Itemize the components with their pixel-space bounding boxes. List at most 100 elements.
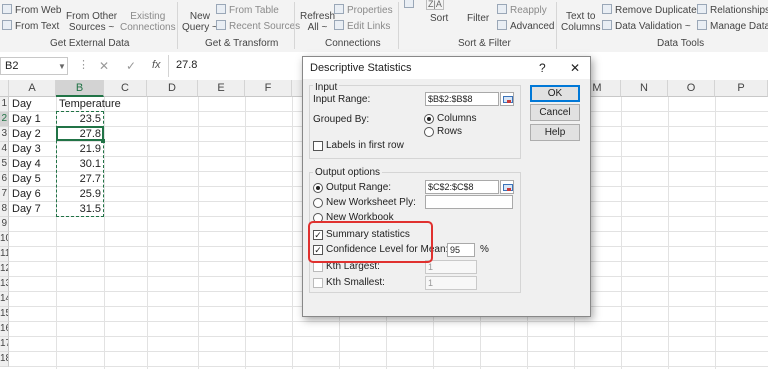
filter-button[interactable]: Filter [467,13,489,24]
kth-largest-checkbox[interactable] [313,262,323,272]
chevron-down-icon[interactable]: ▼ [58,62,66,71]
refresh-all-button[interactable]: Refresh All ~ [300,11,335,33]
row-header-2[interactable]: 2 [0,112,9,127]
row-header-17[interactable]: 17 [0,337,9,352]
kth-largest-field[interactable]: 1 [425,260,477,274]
formula-input[interactable]: 27.8 [176,59,197,71]
from-other-sources-button[interactable]: From Other Sources ~ [66,11,117,33]
confidence-level-field[interactable]: 95 [447,243,475,257]
cell-day[interactable]: Day 4 [12,157,41,172]
row-header-13[interactable]: 13 [0,277,9,292]
cancel-icon[interactable]: ✕ [99,59,109,73]
properties-button[interactable]: Properties [334,4,393,16]
row-header-15[interactable]: 15 [0,307,9,322]
columns-radio[interactable] [424,114,434,124]
row-header-16[interactable]: 16 [0,322,9,337]
column-header-b[interactable]: B [56,80,104,97]
row-header-4[interactable]: 4 [0,142,9,157]
column-header-c[interactable]: C [104,80,147,97]
cell-day[interactable]: Day 3 [12,142,41,157]
highlight-annotation [308,221,433,263]
column-header-a[interactable]: A [9,80,56,97]
ribbon: From Web From Text From Other Sources ~ E… [0,0,768,53]
row-header-18[interactable]: 18 [0,352,9,367]
recent-sources-button[interactable]: Recent Sources [216,20,300,32]
from-table-button[interactable]: From Table [216,4,279,16]
sort-az-icon[interactable]: Z|A [426,0,444,10]
row-header-8[interactable]: 8 [0,202,9,217]
from-web-button[interactable]: From Web [2,4,62,16]
cell-day[interactable]: Day 5 [12,172,41,187]
more-dots-icon: ⋮ [78,59,89,71]
output-range-field[interactable]: $C$2:$C$8 [425,180,499,194]
cell-day[interactable]: Day 7 [12,202,41,217]
labels-first-row-checkbox[interactable] [313,141,323,151]
output-range-radio[interactable] [313,183,323,193]
enter-icon[interactable]: ✓ [126,59,136,73]
help-button[interactable]: Help [530,124,580,141]
rows-radio[interactable] [424,127,434,137]
group-label-sort-filter: Sort & Filter [458,38,511,49]
cancel-button[interactable]: Cancel [530,104,580,121]
edit-links-button[interactable]: Edit Links [334,20,390,32]
cell-a1[interactable]: Day [12,97,32,112]
descriptive-statistics-dialog: Descriptive Statistics ? ✕ Input Input R… [302,56,591,317]
row-header-3[interactable]: 3 [0,127,9,142]
column-header-e[interactable]: E [198,80,245,97]
kth-smallest-label: Kth Smallest: [326,277,385,288]
dialog-title-bar[interactable]: Descriptive Statistics ? ✕ [303,57,590,79]
cell-day[interactable]: Day 1 [12,112,41,127]
existing-connections-button[interactable]: Existing Connections [120,11,176,33]
sort-za-button[interactable] [404,0,417,9]
column-header-p[interactable]: P [715,80,768,97]
insert-function-icon[interactable]: fx [152,59,161,71]
from-text-button[interactable]: From Text [2,20,59,32]
row-header-5[interactable]: 5 [0,157,9,172]
cell-b1[interactable]: Temperature [59,97,121,112]
ribbon-separator [398,2,399,49]
row-header-7[interactable]: 7 [0,187,9,202]
column-header-o[interactable]: O [668,80,715,97]
input-range-field[interactable]: $B$2:$B$8 [425,92,499,106]
help-icon[interactable]: ? [539,61,546,75]
column-header-n[interactable]: N [621,80,668,97]
column-header-d[interactable]: D [147,80,198,97]
sort-za-icon [404,0,414,8]
row-header-1[interactable]: 1 [0,97,9,112]
cell-day[interactable]: Day 6 [12,187,41,202]
advanced-button[interactable]: Advanced [497,20,554,32]
row-header-14[interactable]: 14 [0,292,9,307]
text-to-columns-button[interactable]: Text to Columns [561,11,600,33]
relationships-button[interactable]: Relationships [697,4,768,16]
output-section-label: Output options [313,167,383,178]
group-label-get-transform: Get & Transform [205,38,279,49]
row-header-6[interactable]: 6 [0,172,9,187]
column-header-f[interactable]: F [245,80,292,97]
row-header-10[interactable]: 10 [0,232,9,247]
remove-duplicates-button[interactable]: Remove Duplicates [602,4,702,16]
range-select-icon[interactable] [500,92,514,106]
relationships-icon [697,4,707,14]
range-select-icon[interactable] [500,180,514,194]
close-icon[interactable]: ✕ [570,61,580,75]
reapply-icon [497,4,507,14]
row-header-9[interactable]: 9 [0,217,9,232]
new-worksheet-radio[interactable] [313,198,323,208]
select-all-corner[interactable] [0,80,9,97]
kth-smallest-field[interactable]: 1 [425,276,477,290]
cell-day[interactable]: Day 2 [12,127,41,142]
ribbon-separator [294,2,295,49]
reapply-button[interactable]: Reapply [497,4,547,16]
ok-button[interactable]: OK [530,85,580,102]
new-worksheet-field[interactable] [425,195,513,209]
manage-data-model-button[interactable]: Manage Data M [697,20,768,32]
row-header-11[interactable]: 11 [0,247,9,262]
data-validation-button[interactable]: Data Validation ~ [602,20,691,32]
fill-handle[interactable] [101,139,105,143]
row-header-12[interactable]: 12 [0,262,9,277]
data-model-icon [697,20,707,30]
new-query-button[interactable]: New Query ~ [182,11,218,33]
gridline [9,336,768,337]
kth-smallest-checkbox[interactable] [313,278,323,288]
sort-button[interactable]: Sort [430,13,448,24]
